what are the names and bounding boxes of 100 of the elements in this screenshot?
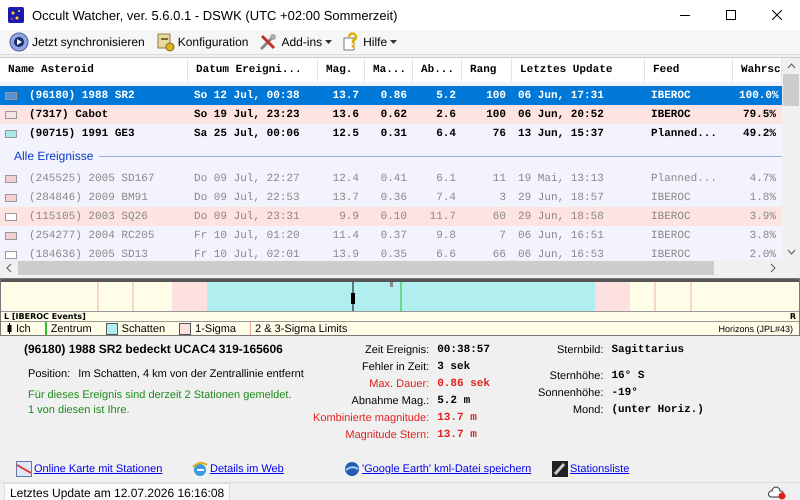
column-header[interactable]: Feed [645, 58, 733, 82]
field-value: 0.86 sek [437, 377, 490, 392]
field-value: 13.7 m [437, 411, 478, 426]
table-row[interactable]: (7317) Cabot So 19 Jul, 23:23 13.6 0.62 2.6 100 06 Jun, 20:52 IBEROC 79.5% [0, 105, 782, 124]
table-cell-text: 0.31 [380, 128, 408, 140]
cloud-error-icon [768, 486, 786, 500]
table-cell-text: 6.6 [435, 248, 457, 260]
column-header[interactable]: Datum Ereigni... [188, 58, 318, 82]
column-header[interactable]: Mag. [318, 58, 365, 82]
table-cell-text: 06 Jun, 16:53 [517, 248, 605, 260]
table-cell-text: IBEROC [650, 108, 692, 120]
table-cell-text: 60 [492, 210, 507, 222]
table-cell-text: Fr 10 Jul, 02:01 [193, 248, 301, 260]
table-cell-text: 4.7% [748, 172, 777, 184]
table-cell-text: IBEROC [650, 90, 692, 102]
table-cell-text: 76 [492, 128, 507, 140]
column-header[interactable]: Ab... [413, 58, 462, 82]
center-line-icon [44, 322, 47, 335]
table-cell-text: 6.1 [435, 172, 457, 184]
tools-icon [258, 32, 278, 52]
link[interactable]: Online Karte mit Stationen [16, 461, 192, 477]
field-value: Sagittarius [611, 343, 686, 358]
column-header[interactable]: Letztes Update [512, 58, 645, 82]
table-cell-text: (245525) 2005 SD167 [28, 172, 156, 184]
observer-marker-icon [7, 323, 12, 334]
table-cell-text: 12.4 [332, 172, 360, 184]
table-cell-text: IBEROC [650, 210, 692, 222]
table-cell-text: IBEROC [650, 192, 692, 204]
table-cell-text: 0.62 [380, 108, 408, 120]
table-cell-text: 06 Jun, 20:52 [517, 108, 605, 120]
table-cell-text: So 12 Jul, 00:38 [193, 90, 301, 102]
table-cell-text: Planned... [650, 128, 718, 140]
table-cell-text: 6.4 [435, 128, 457, 140]
column-header[interactable]: Name Asteroid [0, 58, 188, 82]
stations-note: Für dieses Ereignis sind derzeit 2 Stationen gemeldet. 1 von diesen ist Ihre. [27, 388, 293, 418]
maximize-icon [726, 10, 736, 20]
toolbar-button[interactable]: Hilfe [339, 30, 400, 54]
scroll-thumb[interactable] [18, 261, 714, 275]
field-label: Zeit Ereignis: [364, 343, 430, 358]
table-row[interactable]: (90715) 1991 GE3 Sa 25 Jul, 00:06 12.5 0.31 6.4 76 13 Jun, 15:37 Planned... 49.2% [0, 124, 782, 143]
table-cell-text: 3 [498, 192, 507, 204]
toolbar-button[interactable]: Konfiguration [152, 30, 252, 54]
field-label: Fehler in Zeit: [360, 360, 430, 375]
table-cell-text: Sa 25 Jul, 00:06 [193, 128, 301, 140]
table-cell-text: 1.8% [748, 192, 777, 204]
field-value: 00:38:57 [437, 343, 490, 358]
field-value: 13.7 m [437, 428, 478, 443]
table-cell-text: So 19 Jul, 23:23 [193, 108, 301, 120]
column-header[interactable]: Ma... [365, 58, 413, 82]
table-cell-text: (284846) 2009 BM91 [28, 192, 149, 204]
table-cell-text: 0.35 [380, 248, 408, 260]
source-label: Horizons (JPL#43) [718, 324, 793, 334]
status-text: Letztes Update am 12.07.2026 16:16:08 [4, 483, 230, 500]
horizontal-scrollbar[interactable] [0, 260, 800, 276]
table-row[interactable]: (96180) 1988 SR2 So 12 Jul, 00:38 13.7 0.86 5.2 100 06 Jun, 17:31 IBEROC 100.0% [0, 86, 782, 105]
table-cell-text: 66 [492, 248, 507, 260]
toolbar-button[interactable]: Add-ins [255, 30, 336, 54]
limit-line-icon [250, 322, 252, 335]
field-label: Sonnenhöhe: [538, 386, 604, 401]
table-cell-text: 3.8% [748, 230, 777, 242]
link[interactable]: 'Google Earth' kml-Datei speichern [344, 461, 552, 477]
table-cell-text: 13.7 [332, 192, 360, 204]
field-value: 16° S [611, 369, 646, 384]
table-cell-text: 100.0% [738, 90, 780, 102]
field-label: Max. Dauer: [368, 377, 430, 392]
table-cell-text: 11.4 [332, 230, 360, 242]
table-cell-text: Do 09 Jul, 22:27 [193, 172, 301, 184]
table-cell-text: 12.5 [332, 128, 360, 140]
field-value: -19° [611, 386, 639, 401]
field-value: (unter Horiz.) [611, 403, 704, 418]
column-header[interactable]: Rang [462, 58, 512, 82]
link[interactable]: Stationsliste [552, 461, 752, 477]
table-cell-text: 7 [498, 230, 507, 242]
map-icon [16, 461, 32, 477]
field-label: Mond: [572, 403, 604, 418]
legend-label: 2 & 3-Sigma Limits [255, 322, 348, 334]
table-cell-text: 19 Mai, 13:13 [517, 172, 605, 184]
table-cell-text: IBEROC [650, 248, 692, 260]
close-icon [772, 10, 782, 20]
table-cell-text: Fr 10 Jul, 01:20 [193, 230, 301, 242]
table-cell-text: 9.8 [435, 230, 457, 242]
table-cell-text: 13.9 [332, 248, 360, 260]
table-cell-text: 100 [485, 90, 507, 102]
window-title: Occult Watcher, ver. 5.6.0.1 - DSWK (UTC +02:00 Sommerzeit) [32, 8, 398, 22]
table-cell-text: 7.4 [435, 192, 457, 204]
table-cell-text: 0.86 [380, 90, 408, 102]
table-cell-text: 5.2 [435, 90, 457, 102]
toolbar-button[interactable]: Jetzt synchronisieren [6, 30, 148, 54]
table-cell-text: 3.9% [748, 210, 777, 222]
right-label: R [790, 312, 796, 321]
table-cell-text: 29 Jun, 18:57 [517, 192, 605, 204]
table-cell-text: 100 [485, 108, 507, 120]
legend-label: Schatten [122, 322, 166, 334]
table-cell-text: 11 [492, 172, 507, 184]
scroll-thumb[interactable] [783, 74, 799, 106]
field-label: Magnitude Stern: [344, 428, 430, 443]
table-cell-text: 0.10 [380, 210, 408, 222]
vertical-scrollbar[interactable] [782, 58, 800, 260]
link[interactable]: Details im Web [192, 461, 344, 477]
position-value: Im Schatten, 4 km von der Zentrallinie entfernt [78, 368, 304, 380]
